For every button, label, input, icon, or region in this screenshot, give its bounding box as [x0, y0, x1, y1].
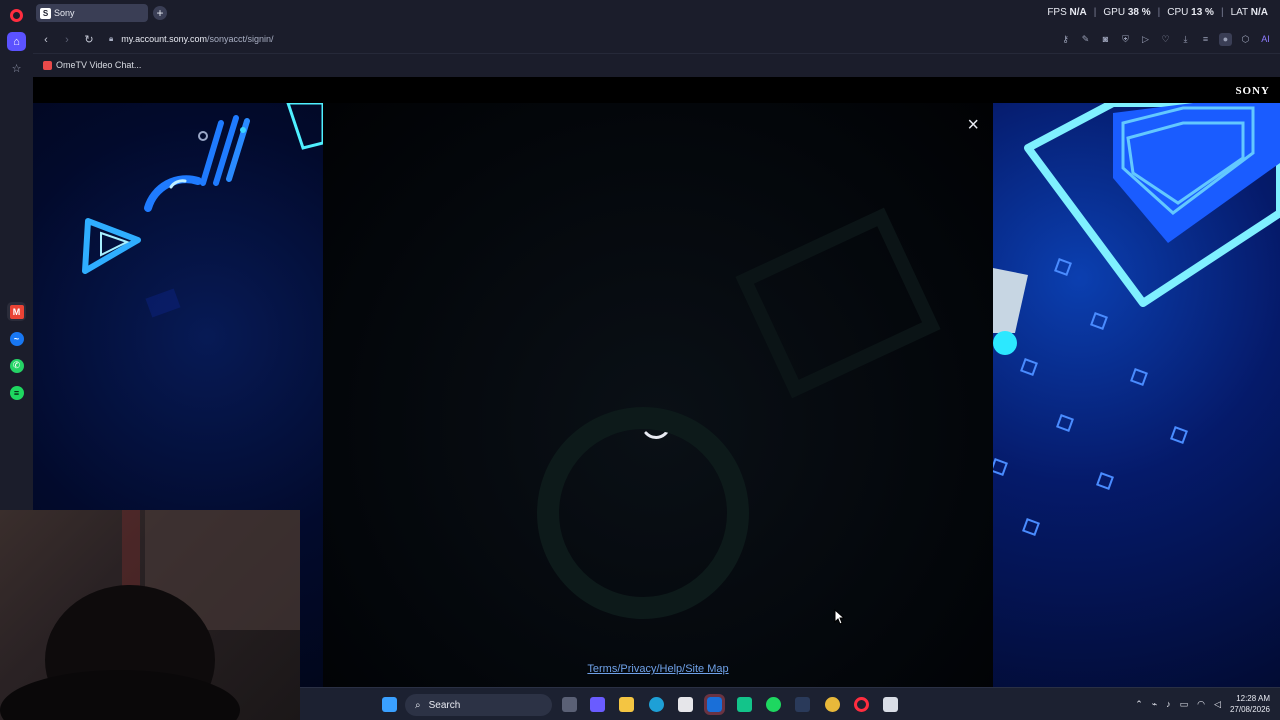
system-tray: ⌃ ⌁ ♪ ▭ ◠ ◁ 12:28 AM 27/08/2026: [1135, 693, 1270, 715]
clock-date: 27/08/2026: [1229, 705, 1270, 714]
menu-icon[interactable]: ≡: [1199, 33, 1212, 46]
performance-stats: FPS N/A | GPU 38 % | CPU 13 % | LAT N/A: [1047, 7, 1268, 18]
address-bar: ‹ › ↻ 🔒︎ my.account.sony.com/sonyacct/si…: [33, 27, 1280, 53]
bookmark-ometv[interactable]: OmeTV Video Chat...: [43, 60, 141, 70]
mail-icon[interactable]: [704, 694, 725, 715]
store-icon[interactable]: [678, 697, 693, 712]
bookmark-label: OmeTV Video Chat...: [56, 60, 142, 70]
wifi-icon[interactable]: ◠: [1197, 699, 1205, 710]
snipping-tool-icon[interactable]: [883, 697, 898, 712]
bookmarks-icon[interactable]: ☆: [7, 59, 26, 78]
screen: ⌂ ☆ M ~ ✆ ≡ S Sony + FPS N/A | GPU 38 % …: [0, 0, 1280, 720]
bookmarks-bar: OmeTV Video Chat...: [33, 53, 1280, 77]
tab-title: Sony: [54, 8, 75, 18]
fps-stat: FPS N/A: [1047, 7, 1087, 18]
sony-favicon-icon: S: [40, 7, 51, 19]
close-icon[interactable]: ×: [967, 115, 979, 135]
spotify-taskbar-icon[interactable]: [766, 697, 781, 712]
chevron-up-icon[interactable]: ⌃: [1135, 699, 1143, 710]
tab-bar: S Sony + FPS N/A | GPU 38 % | CPU 13 % |…: [33, 0, 1280, 27]
play-icon[interactable]: ▷: [1139, 33, 1152, 46]
copilot-icon[interactable]: [590, 697, 605, 712]
new-tab-button[interactable]: +: [153, 6, 167, 20]
url-field[interactable]: 🔒︎ my.account.sony.com/sonyacct/signin/: [109, 34, 274, 44]
edge-icon[interactable]: [649, 697, 664, 712]
whatsapp-icon[interactable]: ✆: [7, 356, 26, 375]
signin-modal: × Terms/Privacy/Help/Site Map: [323, 103, 993, 687]
spotify-icon[interactable]: ≡: [7, 383, 26, 402]
mouse-cursor-icon: [834, 609, 844, 625]
heart-icon[interactable]: ♡: [1159, 33, 1172, 46]
key-icon[interactable]: ⚷: [1059, 33, 1072, 46]
opera-menu-icon[interactable]: [7, 6, 26, 25]
webcam-figure: [0, 510, 300, 720]
back-icon[interactable]: ‹: [38, 32, 54, 48]
messenger-icon[interactable]: ~: [7, 329, 26, 348]
network-off-icon[interactable]: ⌁: [1152, 699, 1157, 710]
reload-icon[interactable]: ↻: [81, 32, 97, 48]
terminal-icon[interactable]: [737, 697, 752, 712]
clock[interactable]: 12:28 AM 27/08/2026: [1230, 693, 1270, 715]
ai-icon[interactable]: AI: [1259, 33, 1272, 46]
lat-stat: LAT N/A: [1230, 7, 1268, 18]
windows-taskbar: ⌕ Search ⌃ ⌁ ♪ ▭ ◠ ◁ 12:28 AM 27/08/2026: [300, 687, 1280, 720]
ometv-favicon-icon: [43, 60, 52, 70]
lock-icon: 🔒︎: [109, 34, 114, 43]
gmail-icon[interactable]: M: [7, 302, 26, 321]
opera-taskbar-icon[interactable]: [854, 697, 869, 712]
url-text: my.account.sony.com/sonyacct/signin/: [121, 34, 274, 44]
toolbar-icons: ⚷ ✎ ◙ ⛨ ▷ ♡ ⤓ ≡ ● ⬡ AI: [1059, 33, 1272, 46]
search-label: Search: [428, 699, 461, 711]
volume-icon[interactable]: ◁: [1214, 699, 1221, 710]
sony-logo[interactable]: SONY: [1235, 85, 1270, 97]
search-icon: ⌕: [415, 699, 421, 711]
browser-sidebar: ⌂ ☆ M ~ ✆ ≡: [0, 0, 33, 510]
microphone-icon[interactable]: ♪: [1166, 699, 1171, 709]
cpu-stat: CPU 13 %: [1167, 7, 1214, 18]
decorative-art-right: [990, 99, 1280, 687]
display-icon[interactable]: ▭: [1180, 699, 1189, 710]
task-view-icon[interactable]: [562, 697, 577, 712]
forward-icon[interactable]: ›: [59, 32, 75, 48]
chrome-icon[interactable]: [825, 697, 840, 712]
webcam-overlay: [0, 510, 300, 720]
steam-icon[interactable]: [795, 697, 810, 712]
gpu-stat: GPU 38 %: [1103, 7, 1151, 18]
file-explorer-icon[interactable]: [619, 697, 634, 712]
faint-background-shapes: [537, 207, 941, 619]
camera-icon[interactable]: ◙: [1099, 33, 1112, 46]
edit-icon[interactable]: ✎: [1079, 33, 1092, 46]
footer-links[interactable]: Terms/Privacy/Help/Site Map: [323, 663, 993, 675]
clock-time: 12:28 AM: [1236, 694, 1270, 703]
start-icon[interactable]: [382, 697, 397, 712]
shield-icon[interactable]: ⛨: [1119, 33, 1132, 46]
playstation-shapes-right: [990, 99, 1280, 536]
extensions-icon[interactable]: ⬡: [1239, 33, 1252, 46]
tab-sony[interactable]: S Sony: [36, 4, 148, 22]
loading-spinner-icon: [644, 413, 671, 439]
taskbar-search[interactable]: ⌕ Search: [405, 694, 552, 716]
download-icon[interactable]: ⤓: [1179, 33, 1192, 46]
profile-icon[interactable]: ●: [1219, 33, 1232, 46]
home-icon[interactable]: ⌂: [7, 32, 26, 51]
